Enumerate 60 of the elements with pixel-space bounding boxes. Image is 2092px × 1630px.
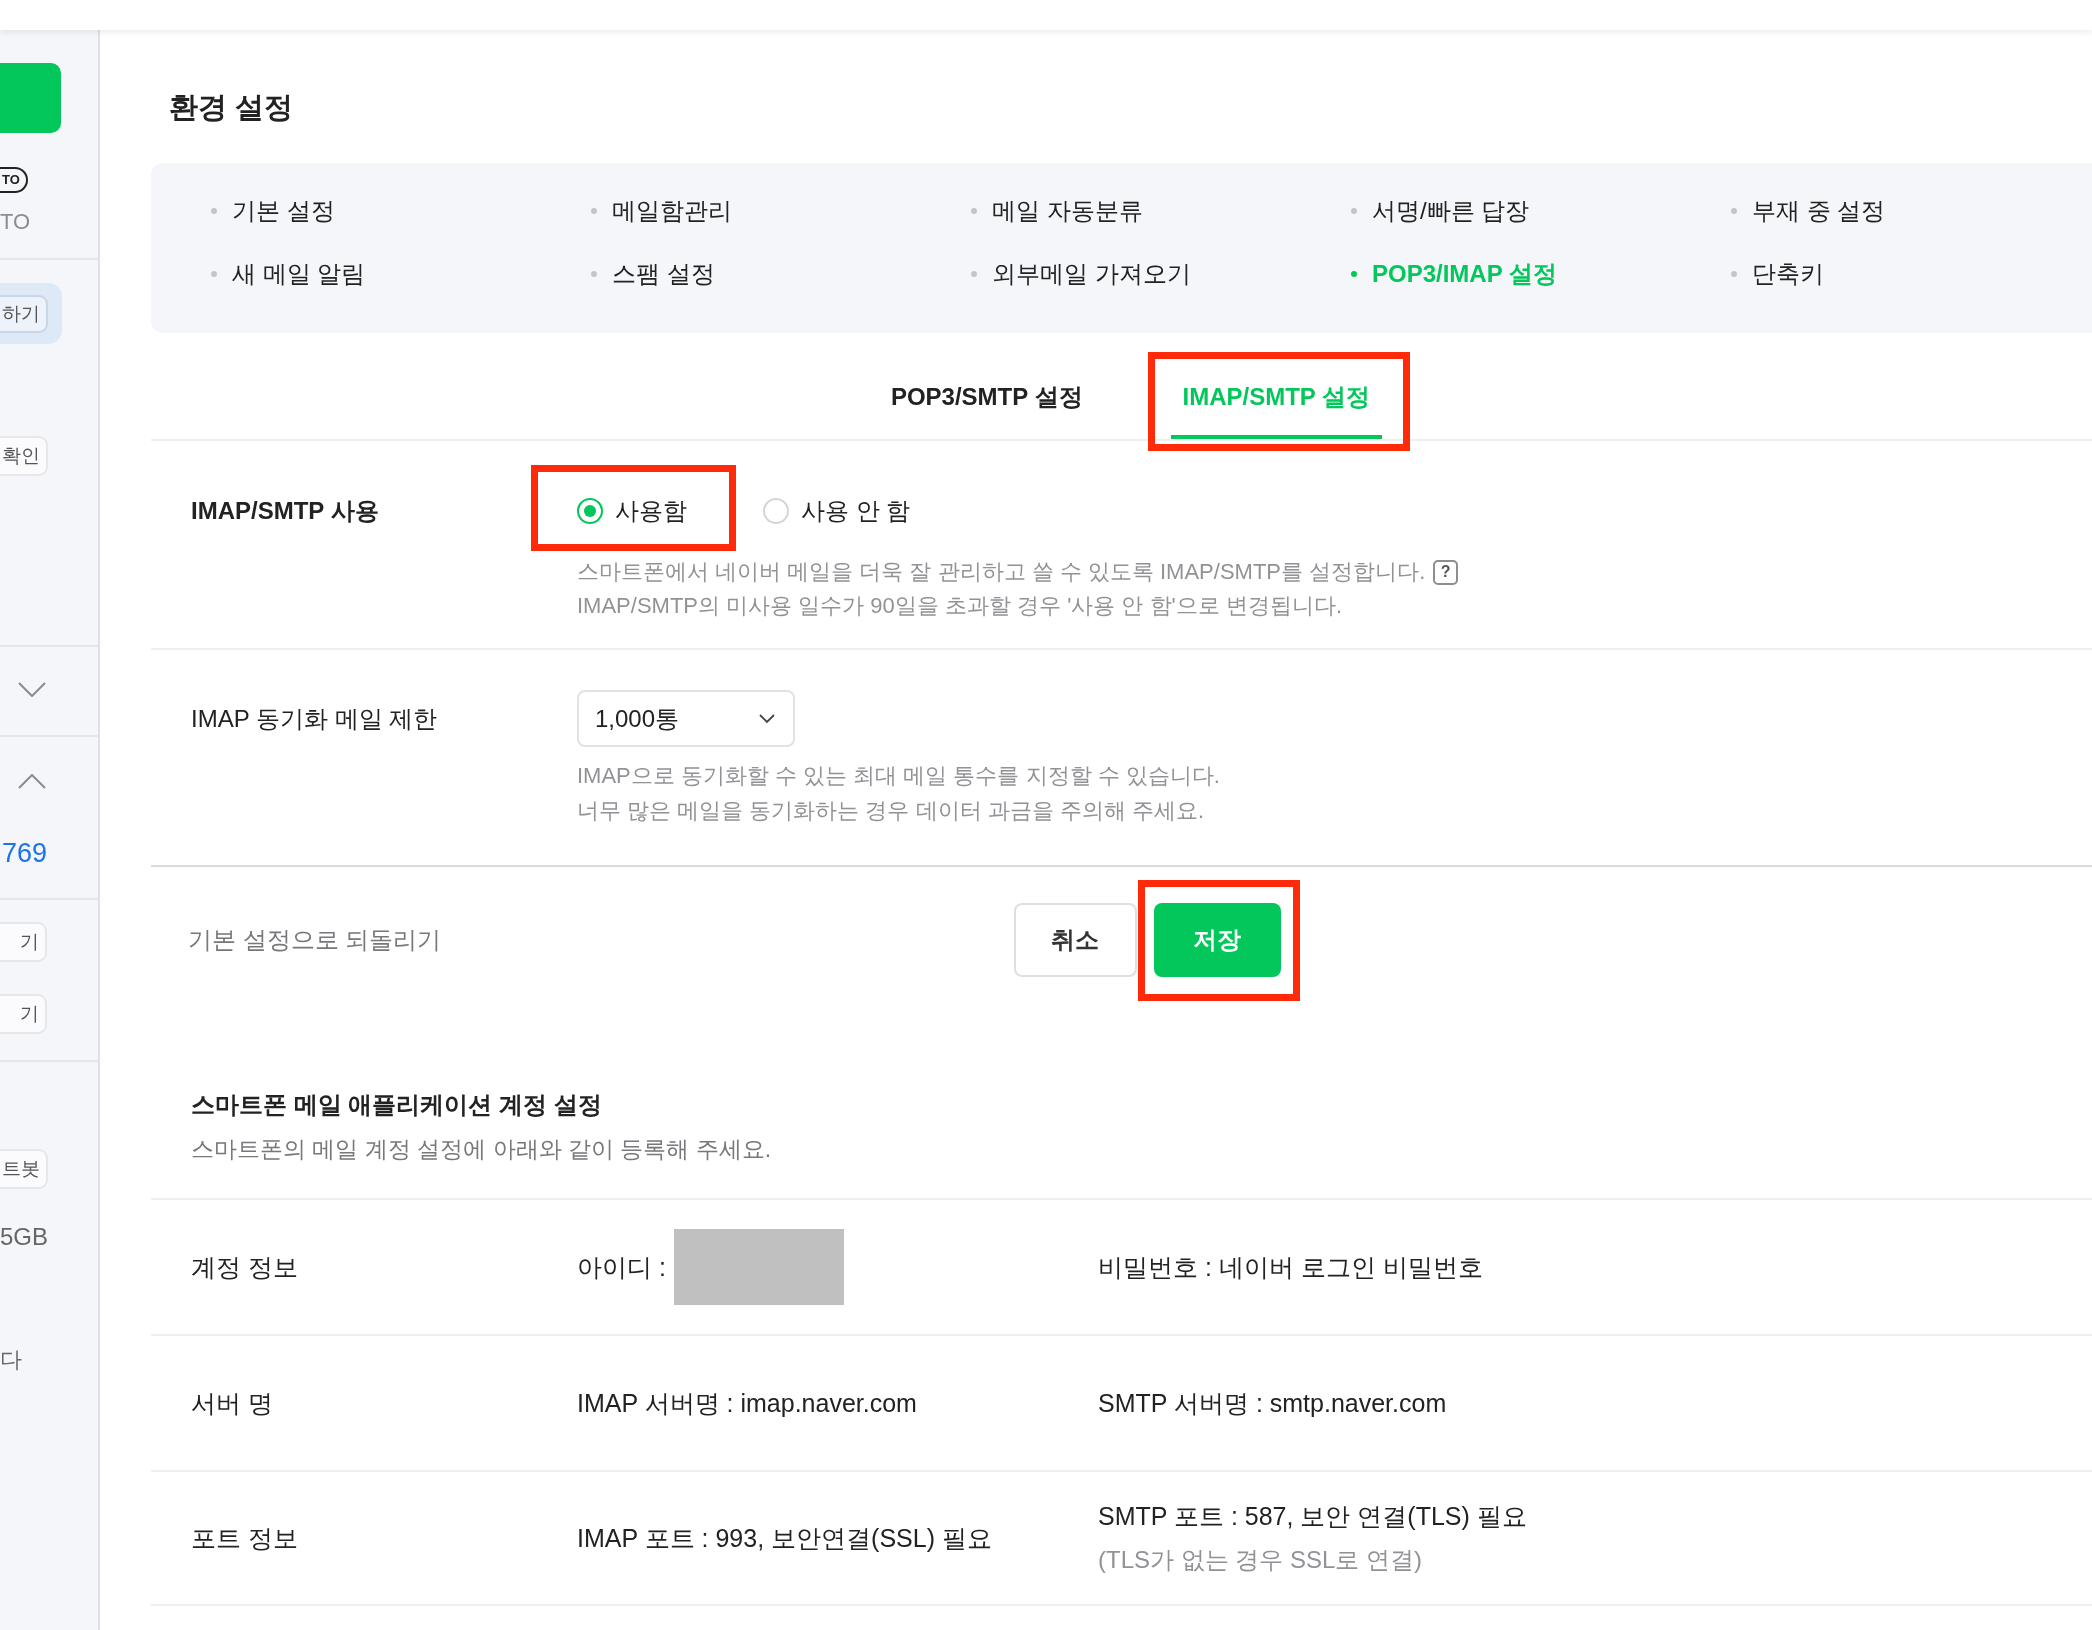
reset-link[interactable]: 기본 설정으로 되돌리기	[188, 924, 442, 956]
bullet-icon	[971, 208, 977, 214]
sidebar-button[interactable]: 하기	[0, 294, 48, 333]
sidebar-text: 다	[0, 1346, 22, 1374]
bullet-icon	[1731, 208, 1737, 214]
chevron-down-icon	[759, 714, 775, 723]
table-cell-text: 비밀번호 : 네이버 로그인 비밀번호	[1098, 1252, 1483, 1283]
row-label: 서버 명	[191, 1388, 273, 1419]
cancel-button[interactable]: 취소	[1013, 903, 1137, 977]
description-text: IMAP/SMTP의 미사용 일수가 90일을 초과할 경우 '사용 안 함'으로 변경됩니다.	[577, 592, 1342, 620]
settings-menu-link[interactable]: 스팸 설정	[591, 256, 715, 292]
settings-menu-link[interactable]: 새 메일 알림	[211, 256, 366, 292]
badge-caption: TO	[0, 209, 31, 235]
description-text: IMAP으로 동기화할 수 있는 최대 메일 통수를 지정할 수 있습니다.	[577, 762, 1220, 790]
bullet-icon	[1731, 271, 1737, 277]
row-label: 계정 정보	[191, 1252, 298, 1283]
cell-note: (TLS가 없는 경우 SSL로 연결)	[1098, 1545, 1423, 1575]
radio-icon[interactable]	[577, 498, 603, 524]
mail-count: 769	[1, 837, 48, 869]
tab[interactable]: POP3/SMTP 설정	[878, 359, 1095, 439]
storage-text: 5GB	[0, 1222, 49, 1252]
bullet-icon	[1351, 271, 1357, 277]
settings-menu-link[interactable]: 기본 설정	[211, 193, 335, 229]
row-label: 포트 정보	[191, 1523, 298, 1554]
table-cell-text: IMAP 포트 : 993, 보안연결(SSL) 필요	[577, 1523, 992, 1554]
sidebar-button[interactable]: 기	[0, 922, 47, 962]
section-title: 스마트폰 메일 애플리케이션 계정 설정	[191, 1090, 602, 1120]
description-text: 너무 많은 메일을 동기화하는 경우 데이터 과금을 주의해 주세요.	[577, 797, 1204, 825]
settings-menu-link[interactable]: 메일함관리	[591, 193, 732, 229]
settings-menu-link[interactable]: 단축키	[1731, 256, 1824, 292]
table-cell-text: SMTP 포트 : 587, 보안 연결(TLS) 필요	[1098, 1501, 1527, 1532]
bullet-icon	[591, 271, 597, 277]
setting-label: IMAP/SMTP 사용	[191, 496, 379, 526]
table-cell-text: IMAP 서버명 : imap.naver.com	[577, 1388, 917, 1419]
table-cell-text: SMTP 서버명 : smtp.naver.com	[1098, 1388, 1447, 1419]
mail-limit-select[interactable]: 1,000통	[577, 690, 795, 747]
settings-menu-link[interactable]: 부재 중 설정	[1731, 193, 1886, 229]
sidebar-button[interactable]: 확인	[0, 436, 48, 476]
chevron-up-icon[interactable]	[18, 774, 46, 789]
radio-option[interactable]: 사용함	[577, 495, 687, 527]
setting-label: IMAP 동기화 메일 제한	[191, 704, 438, 734]
chevron-down-icon[interactable]	[18, 682, 46, 697]
radio-option[interactable]: 사용 안 함	[763, 495, 911, 527]
settings-menu-link[interactable]: 메일 자동분류	[971, 193, 1143, 229]
page-title: 환경 설정	[169, 90, 294, 124]
description-text: 스마트폰에서 네이버 메일을 더욱 잘 관리하고 쓸 수 있도록 IMAP/SMTP를 설정합니다.	[577, 558, 1426, 586]
bullet-icon	[211, 271, 217, 277]
help-button[interactable]: ?	[1433, 559, 1459, 585]
sidebar-button[interactable]: 기	[0, 994, 47, 1034]
bullet-icon	[591, 208, 597, 214]
section-subtitle: 스마트폰의 메일 계정 설정에 아래와 같이 등록해 주세요.	[191, 1135, 772, 1164]
table-cell-text: 아이디 :	[577, 1252, 666, 1283]
bullet-icon	[971, 271, 977, 277]
radio-icon[interactable]	[763, 498, 789, 524]
settings-menu-link[interactable]: 서명/빠른 답장	[1351, 193, 1530, 229]
settings-menu-link[interactable]: 외부메일 가져오기	[971, 256, 1191, 292]
sidebar-button[interactable]: 트봇	[0, 1149, 48, 1189]
bullet-icon	[211, 208, 217, 214]
bullet-icon	[1351, 208, 1357, 214]
status-badge: TO	[0, 167, 28, 193]
